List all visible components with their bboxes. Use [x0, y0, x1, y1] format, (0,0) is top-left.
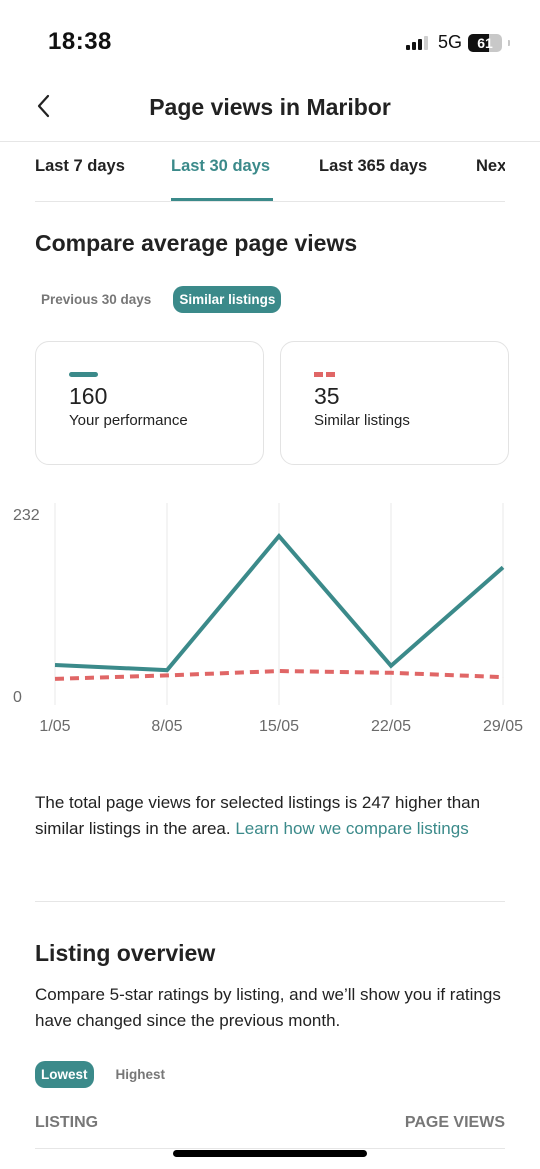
similar-listings-card: 35 Similar listings — [280, 341, 509, 465]
similar-listings-label: Similar listings — [314, 412, 410, 429]
battery-tip — [508, 39, 510, 46]
compare-filter-chips: Previous 30 days Similar listings — [35, 286, 297, 313]
x-tick-label: 22/05 — [371, 718, 411, 735]
x-tick-label: 15/05 — [259, 718, 299, 735]
line-chart-svg: 232 0 1/05 8/05 15/05 22/05 29/05 — [13, 503, 523, 735]
your-performance-value: 160 — [69, 383, 108, 409]
learn-how-we-compare-link[interactable]: Learn how we compare listings — [235, 819, 468, 838]
chip-highest[interactable]: Highest — [110, 1061, 172, 1088]
your-performance-card: 160 Your performance — [35, 341, 264, 465]
x-tick-label: 8/05 — [151, 718, 182, 735]
tab-last-7-days[interactable]: Last 7 days — [35, 157, 125, 176]
comparison-cards: 160 Your performance 35 Similar listings — [35, 341, 510, 465]
y-tick-label-min: 0 — [13, 689, 22, 706]
your-performance-label: Your performance — [69, 412, 188, 429]
nav-header: Page views in Maribor — [0, 82, 540, 142]
status-bar: 18:38 5G 61 — [0, 0, 540, 80]
section-divider — [35, 901, 505, 902]
status-time: 18:38 — [48, 28, 112, 55]
status-indicators: 5G 61 — [405, 32, 510, 53]
chip-previous-30-days[interactable]: Previous 30 days — [35, 286, 157, 313]
tab-last-365-days[interactable]: Last 365 days — [319, 157, 427, 176]
network-type: 5G — [437, 32, 462, 52]
column-header-page-views[interactable]: PAGE VIEWS — [405, 1114, 505, 1132]
sort-chips: Lowest Highest — [35, 1061, 187, 1088]
tab-last-30-days[interactable]: Last 30 days — [171, 157, 270, 176]
chip-lowest[interactable]: Lowest — [35, 1061, 94, 1088]
period-tabs: Last 7 days Last 30 days Last 365 days N… — [35, 142, 505, 202]
listing-overview-title: Listing overview — [35, 940, 216, 966]
battery-level: 61 — [477, 34, 493, 51]
chip-similar-listings[interactable]: Similar listings — [173, 286, 282, 313]
page-title: Page views in Maribor — [149, 94, 391, 120]
similar-listings-value: 35 — [314, 383, 340, 409]
x-tick-label: 29/05 — [483, 718, 523, 735]
y-tick-label-max: 232 — [13, 507, 40, 524]
solid-line-legend-icon — [69, 372, 98, 377]
page-views-chart: 232 0 1/05 8/05 15/05 22/05 29/05 — [0, 495, 540, 745]
listing-overview-description: Compare 5-star ratings by listing, and w… — [35, 985, 501, 1030]
table-header-divider — [35, 1148, 505, 1149]
summary-text: The total page views for selected listin… — [35, 790, 510, 842]
x-tick-label: 1/05 — [39, 718, 70, 735]
compare-title: Compare average page views — [35, 230, 358, 256]
battery-icon: 61 — [468, 33, 502, 52]
listing-table-header: LISTING PAGE VIEWS — [35, 1114, 505, 1132]
home-indicator[interactable] — [173, 1150, 367, 1157]
tab-next[interactable]: Nex — [476, 157, 505, 176]
dashed-line-legend-icon — [314, 372, 508, 377]
column-header-listing[interactable]: LISTING — [35, 1114, 98, 1132]
signal-icon — [405, 35, 428, 50]
active-tab-indicator — [171, 198, 273, 201]
